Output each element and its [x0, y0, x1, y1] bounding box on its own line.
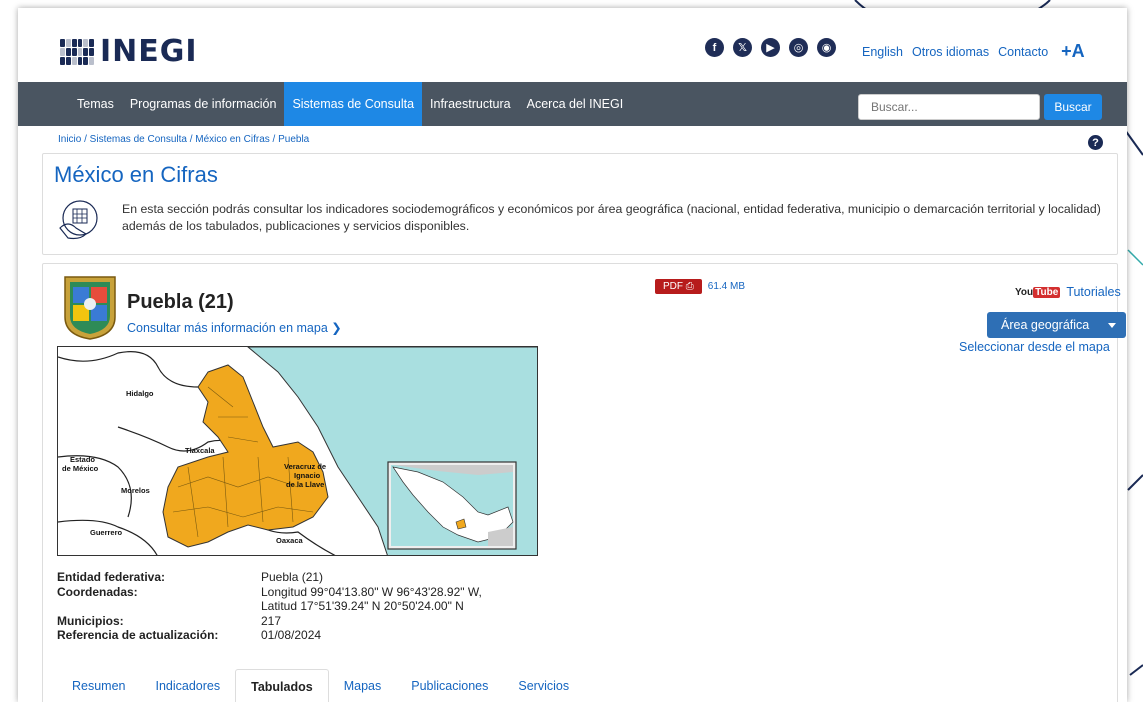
x-icon[interactable]: 𝕏	[733, 38, 752, 57]
label-veracruz-3: de la Llave	[286, 480, 324, 489]
content-tabs: Resumen Indicadores Tabulados Mapas Publ…	[57, 669, 1107, 702]
tutorials-label: Tutoriales	[1066, 285, 1121, 299]
puebla-map-svg: Hidalgo Tlaxcala Estado de México Morelo…	[58, 347, 537, 555]
rss-icon[interactable]: ◉	[817, 38, 836, 57]
help-icon[interactable]: ?	[1088, 135, 1103, 150]
label-veracruz-2: Ignacio	[294, 471, 321, 480]
nav-item-acerca[interactable]: Acerca del INEGI	[519, 82, 632, 126]
area-geografica-dropdown[interactable]: Área geográfica	[987, 312, 1126, 338]
area-geografica-label: Área geográfica	[1001, 318, 1090, 332]
entity-details: Entidad federativa: Puebla (21) Coordena…	[57, 570, 581, 643]
label-estado-1: Estado	[70, 455, 95, 464]
tab-servicios[interactable]: Servicios	[503, 669, 584, 702]
youtube-badge-text: You	[1015, 286, 1034, 298]
label-estado-2: de México	[62, 464, 99, 473]
site-header: INEGI f 𝕏 ▶ ◎ ◉ English Otros idiomas Co…	[18, 8, 1127, 82]
nav-items: Temas Programas de información Sistemas …	[69, 82, 631, 126]
search-input[interactable]	[858, 94, 1040, 120]
label-veracruz-1: Veracruz de	[284, 462, 326, 471]
font-size-increase-button[interactable]: +A	[1061, 41, 1085, 62]
nav-item-programas[interactable]: Programas de información	[122, 82, 285, 126]
map-info-link[interactable]: Consultar más información en mapa ❯	[127, 320, 342, 335]
detail-label: Entidad federativa:	[57, 570, 166, 584]
inegi-logo[interactable]: INEGI	[60, 34, 198, 69]
entity-panel: Puebla (21) Consultar más información en…	[42, 263, 1126, 702]
label-tlaxcala: Tlaxcala	[185, 446, 215, 455]
tab-resumen[interactable]: Resumen	[57, 669, 141, 702]
youtube-badge-tube: Tube	[1033, 286, 1061, 298]
detail-label: Municipios:	[57, 613, 124, 628]
contact-link[interactable]: Contacto	[998, 45, 1048, 59]
map-info-link-label: Consultar más información en mapa	[127, 321, 328, 335]
breadcrumb[interactable]: Inicio / Sistemas de Consulta / México e…	[58, 134, 309, 145]
detail-value: 01/08/2024	[261, 628, 322, 642]
facebook-icon[interactable]: f	[705, 38, 724, 57]
puebla-map[interactable]: Hidalgo Tlaxcala Estado de México Morelo…	[57, 346, 538, 556]
detail-row-coordenadas: Coordenadas: Longitud 99°04'13.80" W 96°…	[57, 585, 581, 600]
nav-item-temas[interactable]: Temas	[69, 82, 122, 126]
tab-publicaciones[interactable]: Publicaciones	[396, 669, 503, 702]
other-languages-link[interactable]: Otros idiomas	[912, 45, 989, 59]
tutorials-link[interactable]: You Tube Tutoriales	[1015, 285, 1121, 299]
entity-title: Puebla (21)	[127, 291, 234, 313]
label-morelos: Morelos	[121, 486, 150, 495]
chevron-right-icon: ❯	[331, 321, 342, 335]
english-link[interactable]: English	[862, 45, 903, 59]
caret-down-icon	[1108, 323, 1116, 328]
tab-tabulados[interactable]: Tabulados	[235, 669, 329, 702]
search-button[interactable]: Buscar	[1044, 94, 1102, 120]
detail-value: Latitud 17°51'39.24" N 20°50'24.00" N	[261, 599, 464, 613]
puebla-coat-of-arms-icon	[64, 276, 116, 340]
detail-label: Referencia de actualización:	[57, 628, 219, 642]
youtube-icon[interactable]: ▶	[761, 38, 780, 57]
detail-row-entidad: Entidad federativa: Puebla (21)	[57, 570, 581, 585]
detail-row-coordenadas-lat: Latitud 17°51'39.24" N 20°50'24.00" N	[57, 599, 581, 614]
pdf-label: PDF	[663, 281, 683, 292]
detail-value: Puebla (21)	[261, 570, 324, 584]
browser-page: INEGI f 𝕏 ▶ ◎ ◉ English Otros idiomas Co…	[18, 8, 1127, 702]
tab-mapas[interactable]: Mapas	[329, 669, 397, 702]
instagram-icon[interactable]: ◎	[789, 38, 808, 57]
detail-row-referencia: Referencia de actualización: 01/08/2024	[57, 628, 581, 643]
main-nav: Temas Programas de información Sistemas …	[18, 82, 1127, 126]
pdf-badge[interactable]: PDF ⎙	[655, 279, 702, 294]
detail-row-municipios: Municipios: 217	[57, 614, 581, 629]
intro-panel: México en Cifras En esta sección podrás …	[42, 153, 1118, 255]
hand-data-icon	[59, 200, 98, 240]
tab-indicadores[interactable]: Indicadores	[141, 669, 236, 702]
youtube-logo-icon: You Tube	[1015, 286, 1061, 298]
inegi-logo-mark-icon	[60, 38, 94, 65]
label-hidalgo: Hidalgo	[126, 389, 154, 398]
intro-description: En esta sección podrás consultar los ind…	[122, 202, 1101, 233]
select-from-map-link[interactable]: Seleccionar desde el mapa	[959, 340, 1110, 354]
header-links: English Otros idiomas Contacto +A	[862, 41, 1085, 62]
nav-item-sistemas-consulta[interactable]: Sistemas de Consulta	[284, 82, 423, 126]
detail-value: Longitud 99°04'13.80" W 96°43'28.92" W,	[261, 584, 482, 599]
nav-item-infraestructura[interactable]: Infraestructura	[422, 82, 519, 126]
page-title: México en Cifras	[54, 162, 218, 187]
detail-value: 217	[261, 613, 282, 628]
label-guerrero: Guerrero	[90, 528, 123, 537]
pdf-size: 61.4 MB	[707, 281, 746, 292]
social-icons: f 𝕏 ▶ ◎ ◉	[705, 38, 836, 57]
print-icon: ⎙	[685, 281, 694, 292]
detail-label: Coordenadas:	[57, 584, 138, 599]
label-oaxaca: Oaxaca	[276, 536, 304, 545]
pdf-download[interactable]: PDF ⎙ 61.4 MB	[655, 279, 745, 294]
logo-text: INEGI	[100, 34, 198, 69]
